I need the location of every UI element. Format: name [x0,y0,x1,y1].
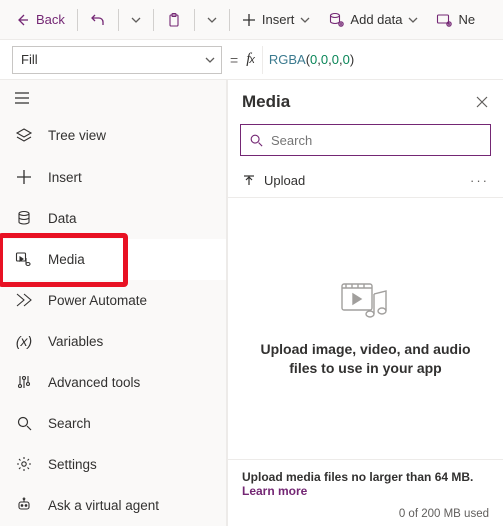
insert-label: Insert [262,12,295,27]
chevron-down-icon [300,15,310,25]
nav-label: Insert [48,170,82,185]
add-data-button[interactable]: Add data [320,4,426,36]
back-arrow-icon [14,12,30,28]
new-screen-button[interactable]: Ne [428,4,483,36]
nav-label: Tree view [48,128,106,143]
nav-label: Variables [48,334,103,349]
nav-label: Data [48,211,77,226]
paste-button[interactable] [158,4,190,36]
search-box[interactable] [240,124,491,156]
search-input[interactable] [271,133,482,148]
separator [77,9,78,31]
separator [153,9,154,31]
upload-label: Upload [264,173,305,188]
nav-media[interactable]: Media [0,239,226,280]
hamburger-button[interactable] [0,80,226,115]
property-selector[interactable]: Fill [12,46,222,74]
media-icon [14,250,34,268]
nav-search[interactable]: Search [0,403,226,444]
property-name: Fill [21,52,38,67]
formula-input[interactable]: RGBA(0, 0, 0, 0) [262,46,491,74]
tools-icon [14,374,34,390]
upload-icon [242,174,256,188]
nav-tree-view[interactable]: Tree view [0,115,226,156]
flow-icon [14,291,34,309]
chevron-down-icon [207,15,217,25]
undo-menu-button[interactable] [123,4,149,36]
insert-button[interactable]: Insert [234,4,319,36]
back-label: Back [36,12,65,27]
new-screen-icon [436,12,452,28]
clipboard-icon [166,12,182,28]
separator [118,9,119,31]
new-screen-label: Ne [458,12,475,27]
nav-advanced-tools[interactable]: Advanced tools [0,362,226,403]
upload-hint: Upload media files no larger than 64 MB. [242,470,489,484]
nav-power-automate[interactable]: Power Automate [0,280,226,321]
nav-label: Ask a virtual agent [48,498,159,513]
plus-icon [14,169,34,185]
variable-icon: (x) [14,333,34,349]
media-placeholder-icon [338,280,394,324]
fx-function: RGBA [269,52,306,67]
learn-more-link[interactable]: Learn more [242,484,489,498]
upload-button[interactable]: Upload [242,173,305,188]
add-data-label: Add data [350,12,402,27]
nav-label: Power Automate [48,293,147,308]
chevron-down-icon [205,55,215,65]
media-panel: Media Upload ··· [227,80,503,526]
equals-sign: = [230,52,238,68]
chevron-down-icon [131,15,141,25]
nav-variables[interactable]: (x) Variables [0,321,226,362]
layers-icon [14,127,34,145]
separator [194,9,195,31]
left-nav: Tree view Insert Data Media Power [0,80,227,526]
database-icon [328,12,344,28]
empty-state: Upload image, video, and audio files to … [228,198,503,459]
back-button[interactable]: Back [6,4,73,36]
nav-virtual-agent[interactable]: Ask a virtual agent [0,485,226,526]
nav-label: Settings [48,457,97,472]
nav-insert[interactable]: Insert [0,157,226,198]
storage-usage: 0 of 200 MB used [242,508,489,520]
paste-menu-button[interactable] [199,4,225,36]
empty-message: Upload image, video, and audio files to … [248,340,483,378]
nav-settings[interactable]: Settings [0,444,226,485]
nav-label: Advanced tools [48,375,140,390]
bot-icon [14,497,34,513]
search-icon [14,415,34,431]
command-bar: Back Insert Add da [0,0,503,40]
nav-label: Media [48,252,85,267]
fx-icon[interactable]: fx [246,51,254,68]
database-icon [14,210,34,226]
close-button[interactable] [475,95,489,109]
undo-icon [90,12,106,28]
chevron-down-icon [408,15,418,25]
nav-label: Search [48,416,91,431]
search-icon [249,133,263,147]
panel-footer: Upload media files no larger than 64 MB.… [228,459,503,526]
formula-bar: Fill = fx RGBA(0, 0, 0, 0) [0,40,503,80]
nav-data[interactable]: Data [0,198,226,239]
more-button[interactable]: ··· [470,173,489,188]
undo-button[interactable] [82,4,114,36]
gear-icon [14,456,34,472]
panel-title: Media [242,92,290,112]
plus-icon [242,13,256,27]
separator [229,9,230,31]
